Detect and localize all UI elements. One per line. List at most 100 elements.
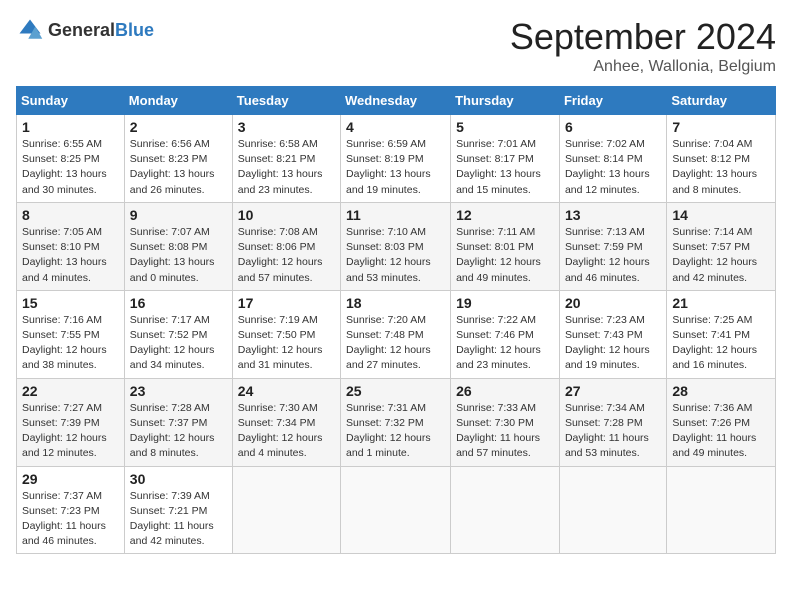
weekday-header: Sunday [17,87,125,115]
day-info: Sunrise: 7:05 AMSunset: 8:10 PMDaylight:… [22,225,119,286]
day-number: 17 [238,295,335,311]
calendar-cell: 11Sunrise: 7:10 AMSunset: 8:03 PMDayligh… [341,202,451,290]
calendar-week-row: 22 Sunrise: 7:27 AMSunset: 7:39 PMDayligh… [17,378,776,466]
location-title: Anhee, Wallonia, Belgium [510,58,776,76]
day-number: 11 [346,207,445,223]
day-info: Sunrise: 7:28 AMSunset: 7:37 PMDaylight:… [130,401,227,462]
weekday-header: Wednesday [341,87,451,115]
day-number: 7 [672,119,770,135]
day-info: Sunrise: 7:39 AMSunset: 7:21 PMDaylight:… [130,489,227,550]
day-info: Sunrise: 7:30 AMSunset: 7:34 PMDaylight:… [238,401,335,462]
calendar-cell: 19 Sunrise: 7:22 AMSunset: 7:46 PMDayligh… [451,290,560,378]
calendar-cell: 9 Sunrise: 7:07 AMSunset: 8:08 PMDaylight… [124,202,232,290]
calendar-week-row: 15Sunrise: 7:16 AMSunset: 7:55 PMDayligh… [17,290,776,378]
day-number: 19 [456,295,554,311]
day-info: Sunrise: 6:58 AMSunset: 8:21 PMDaylight:… [238,137,335,198]
day-info: Sunrise: 7:31 AMSunset: 7:32 PMDaylight:… [346,401,445,462]
day-info: Sunrise: 7:13 AMSunset: 7:59 PMDaylight:… [565,225,661,286]
day-info: Sunrise: 7:27 AMSunset: 7:39 PMDaylight:… [22,401,119,462]
day-number: 10 [238,207,335,223]
day-number: 15 [22,295,119,311]
calendar-cell: 4 Sunrise: 6:59 AMSunset: 8:19 PMDaylight… [341,115,451,203]
calendar-cell: 8 Sunrise: 7:05 AMSunset: 8:10 PMDaylight… [17,202,125,290]
day-info: Sunrise: 7:19 AMSunset: 7:50 PMDaylight:… [238,313,335,374]
title-block: September 2024 Anhee, Wallonia, Belgium [510,16,776,76]
day-number: 4 [346,119,445,135]
day-info: Sunrise: 7:37 AMSunset: 7:23 PMDaylight:… [22,489,119,550]
day-info: Sunrise: 7:11 AMSunset: 8:01 PMDaylight:… [456,225,554,286]
logo-text: GeneralBlue [48,20,154,41]
weekday-header: Friday [559,87,666,115]
day-number: 14 [672,207,770,223]
day-info: Sunrise: 7:25 AMSunset: 7:41 PMDaylight:… [672,313,770,374]
day-info: Sunrise: 7:01 AMSunset: 8:17 PMDaylight:… [456,137,554,198]
day-info: Sunrise: 7:04 AMSunset: 8:12 PMDaylight:… [672,137,770,198]
day-number: 5 [456,119,554,135]
weekday-header: Saturday [667,87,776,115]
day-number: 12 [456,207,554,223]
day-info: Sunrise: 7:36 AMSunset: 7:26 PMDaylight:… [672,401,770,462]
calendar-cell: 5 Sunrise: 7:01 AMSunset: 8:17 PMDaylight… [451,115,560,203]
day-info: Sunrise: 7:07 AMSunset: 8:08 PMDaylight:… [130,225,227,286]
day-info: Sunrise: 6:59 AMSunset: 8:19 PMDaylight:… [346,137,445,198]
month-title: September 2024 [510,16,776,58]
calendar-cell: 14 Sunrise: 7:14 AMSunset: 7:57 PMDayligh… [667,202,776,290]
day-info: Sunrise: 7:22 AMSunset: 7:46 PMDaylight:… [456,313,554,374]
weekday-header: Monday [124,87,232,115]
calendar-cell: 7 Sunrise: 7:04 AMSunset: 8:12 PMDaylight… [667,115,776,203]
day-number: 1 [22,119,119,135]
calendar-cell: 23 Sunrise: 7:28 AMSunset: 7:37 PMDayligh… [124,378,232,466]
day-number: 18 [346,295,445,311]
calendar-table: SundayMondayTuesdayWednesdayThursdayFrid… [16,86,776,554]
day-info: Sunrise: 7:33 AMSunset: 7:30 PMDaylight:… [456,401,554,462]
day-info: Sunrise: 7:23 AMSunset: 7:43 PMDaylight:… [565,313,661,374]
day-info: Sunrise: 6:56 AMSunset: 8:23 PMDaylight:… [130,137,227,198]
calendar-cell: 13 Sunrise: 7:13 AMSunset: 7:59 PMDayligh… [559,202,666,290]
day-number: 13 [565,207,661,223]
day-info: Sunrise: 7:02 AMSunset: 8:14 PMDaylight:… [565,137,661,198]
calendar-cell [341,466,451,554]
calendar-cell: 24 Sunrise: 7:30 AMSunset: 7:34 PMDayligh… [232,378,340,466]
calendar-cell: 2 Sunrise: 6:56 AMSunset: 8:23 PMDaylight… [124,115,232,203]
day-number: 25 [346,383,445,399]
calendar-cell: 25 Sunrise: 7:31 AMSunset: 7:32 PMDayligh… [341,378,451,466]
calendar-cell: 28 Sunrise: 7:36 AMSunset: 7:26 PMDayligh… [667,378,776,466]
day-number: 24 [238,383,335,399]
day-number: 8 [22,207,119,223]
day-info: Sunrise: 6:55 AMSunset: 8:25 PMDaylight:… [22,137,119,198]
day-number: 20 [565,295,661,311]
day-number: 2 [130,119,227,135]
calendar-week-row: 29 Sunrise: 7:37 AMSunset: 7:23 PMDayligh… [17,466,776,554]
day-number: 27 [565,383,661,399]
calendar-cell [667,466,776,554]
day-number: 28 [672,383,770,399]
day-number: 23 [130,383,227,399]
calendar-cell: 29 Sunrise: 7:37 AMSunset: 7:23 PMDayligh… [17,466,125,554]
day-number: 6 [565,119,661,135]
calendar-cell: 10 Sunrise: 7:08 AMSunset: 8:06 PMDayligh… [232,202,340,290]
day-number: 3 [238,119,335,135]
day-number: 30 [130,471,227,487]
logo-icon [16,16,44,44]
calendar-cell [559,466,666,554]
day-number: 9 [130,207,227,223]
day-number: 22 [22,383,119,399]
calendar-cell: 27Sunrise: 7:34 AMSunset: 7:28 PMDayligh… [559,378,666,466]
weekday-header: Tuesday [232,87,340,115]
calendar-cell: 3 Sunrise: 6:58 AMSunset: 8:21 PMDaylight… [232,115,340,203]
calendar-cell: 15Sunrise: 7:16 AMSunset: 7:55 PMDayligh… [17,290,125,378]
calendar-week-row: 1 Sunrise: 6:55 AMSunset: 8:25 PMDaylight… [17,115,776,203]
day-number: 26 [456,383,554,399]
day-info: Sunrise: 7:20 AMSunset: 7:48 PMDaylight:… [346,313,445,374]
weekday-header: Thursday [451,87,560,115]
day-number: 21 [672,295,770,311]
day-info: Sunrise: 7:08 AMSunset: 8:06 PMDaylight:… [238,225,335,286]
calendar-cell: 18 Sunrise: 7:20 AMSunset: 7:48 PMDayligh… [341,290,451,378]
day-number: 29 [22,471,119,487]
calendar-cell [232,466,340,554]
day-info: Sunrise: 7:14 AMSunset: 7:57 PMDaylight:… [672,225,770,286]
calendar-cell: 1 Sunrise: 6:55 AMSunset: 8:25 PMDaylight… [17,115,125,203]
day-info: Sunrise: 7:17 AMSunset: 7:52 PMDaylight:… [130,313,227,374]
calendar-cell: 6 Sunrise: 7:02 AMSunset: 8:14 PMDaylight… [559,115,666,203]
calendar-cell: 16Sunrise: 7:17 AMSunset: 7:52 PMDayligh… [124,290,232,378]
